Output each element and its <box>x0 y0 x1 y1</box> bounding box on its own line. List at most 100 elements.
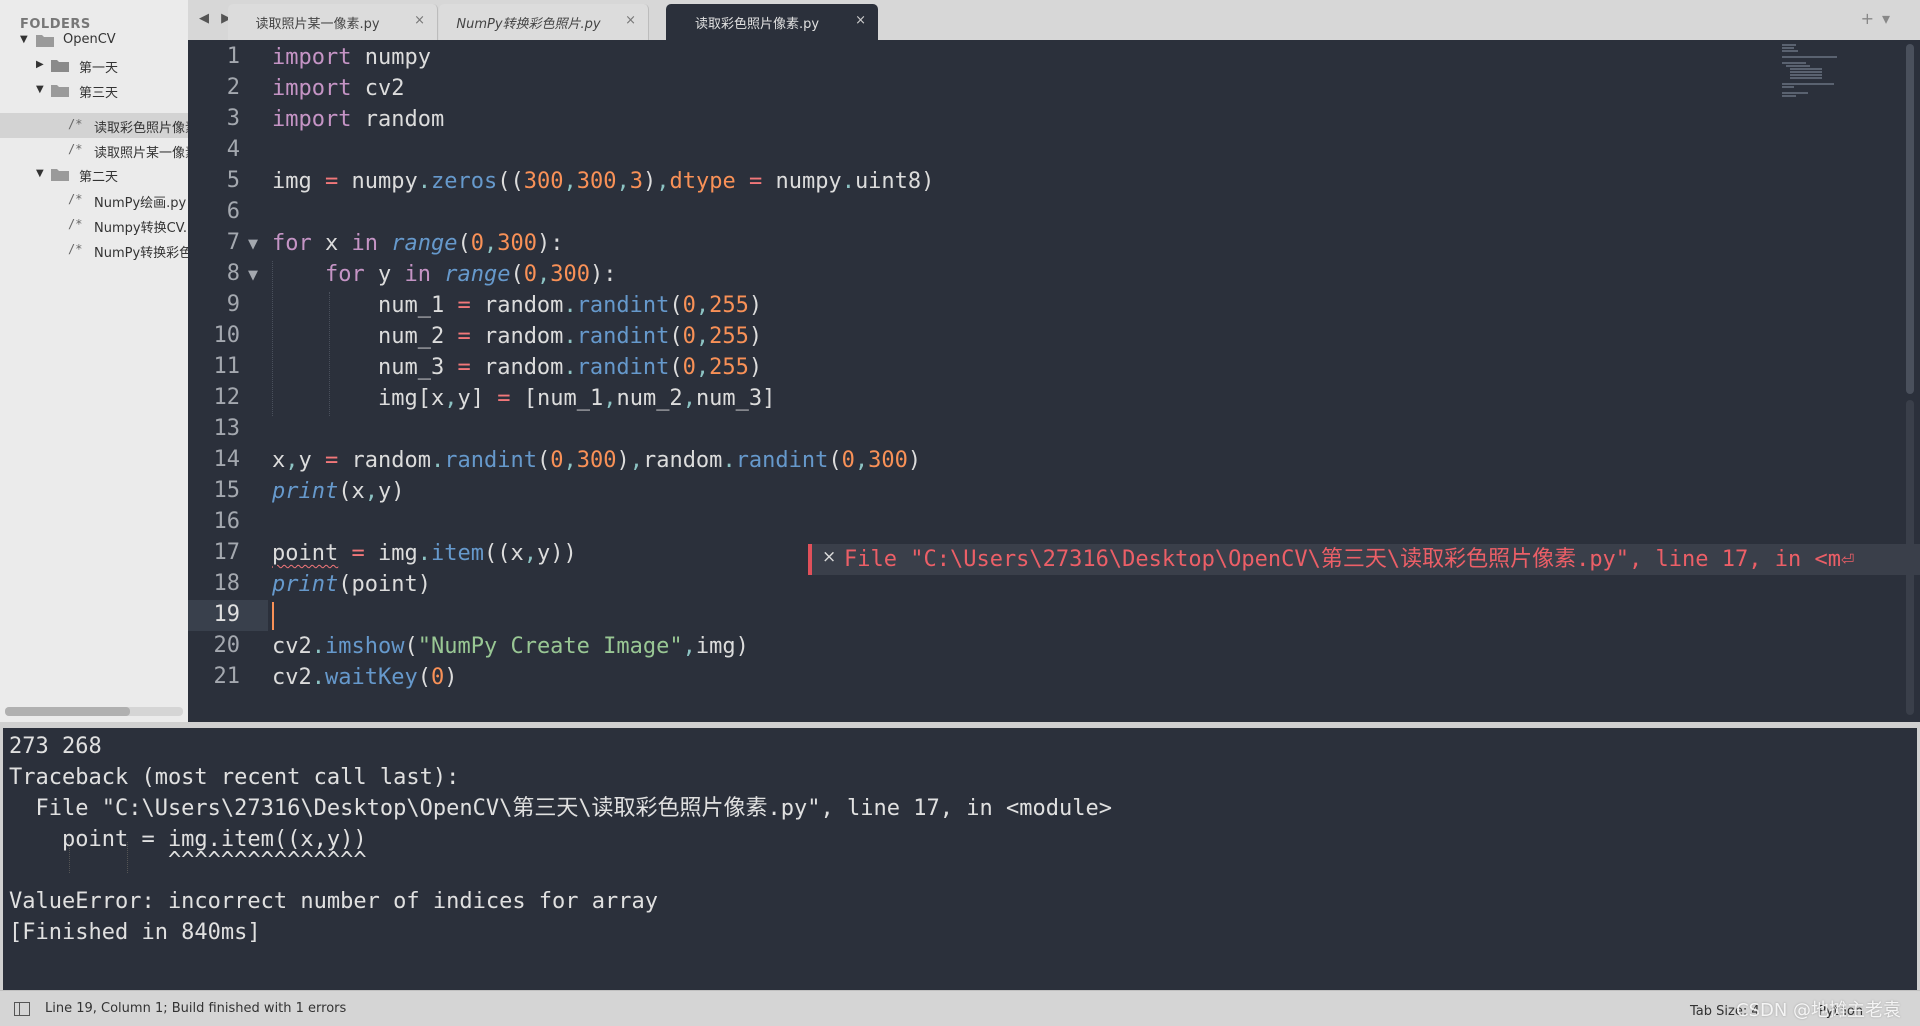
line-number: 20 <box>213 633 241 658</box>
line-number: 4 <box>226 137 240 162</box>
code-line: num_3 = random.randint(0,255) <box>377 355 763 380</box>
fold-arrow-icon[interactable]: ▼ <box>248 268 258 283</box>
sidebar-scrollbar[interactable] <box>5 707 183 716</box>
line-number: 8 <box>226 261 240 286</box>
line-number-current: 19 <box>213 602 241 627</box>
line-number: 9 <box>226 292 240 317</box>
status-bar: Line 19, Column 1; Build finished with 1… <box>0 990 1920 1026</box>
tree-label: 读取彩色照片像素.py <box>94 121 188 136</box>
line-number: 18 <box>213 571 241 596</box>
minimap[interactable] <box>1780 42 1880 102</box>
add-tab-icon[interactable]: + <box>1861 9 1882 28</box>
code-line: num_1 = random.randint(0,255) <box>377 293 763 318</box>
indent-guide <box>127 842 128 873</box>
tab-label: 读取照片某一像素.py <box>255 17 380 32</box>
tree-file[interactable]: /* 读取照片某一像素.py <box>0 138 188 163</box>
tree-file[interactable]: /* NumPy转换彩色照片.py <box>0 238 188 263</box>
code-line: x,y = random.randint(0,300),random.randi… <box>272 448 922 473</box>
code-line: print(point) <box>272 572 431 597</box>
code-line: import random <box>272 107 445 132</box>
tree-folder-day1[interactable]: ▶ 第一天 <box>0 53 188 78</box>
tab-label: NumPy转换彩色照片.py <box>456 17 601 32</box>
output-line: File "C:\Users\27316\Desktop\OpenCV\第三天\… <box>9 796 1112 821</box>
tab-numpy-color[interactable]: NumPy转换彩色照片.py × <box>439 4 649 40</box>
tree-label: Numpy转换CV.py <box>94 221 188 236</box>
tabbar-actions: +▾ <box>1861 9 1898 28</box>
code-line: cv2.waitKey(0) <box>272 665 458 690</box>
line-number: 17 <box>213 540 241 565</box>
line-number: 12 <box>213 385 241 410</box>
code-line: num_2 = random.randint(0,255) <box>377 324 763 349</box>
status-text: Line 19, Column 1; Build finished with 1… <box>45 1001 347 1016</box>
code-line-error: point = img.item((x,y)) <box>272 541 577 566</box>
sidebar-scrollbar-thumb[interactable] <box>5 707 130 716</box>
code-line: print(x,y) <box>272 479 405 504</box>
file-icon: /* <box>68 117 83 131</box>
line-number: 3 <box>226 106 240 131</box>
tree-file-selected[interactable]: /* 读取彩色照片像素.py <box>0 113 188 138</box>
editor-scrollbar-thumb[interactable] <box>1906 44 1914 394</box>
close-icon[interactable]: × <box>414 13 425 28</box>
output-line: 273 268 <box>9 734 102 759</box>
dismiss-error-icon[interactable]: × <box>822 547 836 567</box>
code-line: for x in range(0,300): <box>272 231 564 256</box>
tree-label: 第三天 <box>79 86 119 101</box>
chevron-down-icon[interactable]: ▼ <box>20 34 28 45</box>
code-editor[interactable]: 1 2 3 4 5 6 7 8 9 10 11 12 13 14 15 16 1… <box>188 40 1920 722</box>
line-number: 13 <box>213 416 241 441</box>
line-number-gutter: 1 2 3 4 5 6 7 8 9 10 11 12 13 14 15 16 1… <box>188 40 268 722</box>
editor-scrollbar-track[interactable] <box>1906 400 1914 715</box>
tab-bar: ◀ ▶ 读取照片某一像素.py × NumPy转换彩色照片.py × 读取彩色照… <box>188 0 1920 40</box>
tab-read-color-pixels[interactable]: 读取彩色照片像素.py × <box>666 4 878 40</box>
folder-open-icon <box>51 169 69 181</box>
tree-file[interactable]: /* NumPy绘画.py <box>0 188 188 213</box>
chevron-down-icon[interactable]: ▼ <box>36 168 44 179</box>
output-line: ^^^^^^^^^^^^^^^ <box>9 848 367 873</box>
folder-open-icon <box>36 35 54 47</box>
folder-open-icon <box>51 85 69 97</box>
line-number: 16 <box>213 509 241 534</box>
line-number: 2 <box>226 75 240 100</box>
tab-read-pixel[interactable]: 读取照片某一像素.py × <box>228 4 438 40</box>
build-output-panel[interactable]: 273 268 Traceback (most recent call last… <box>0 728 1920 990</box>
text-cursor <box>272 602 274 630</box>
tree-label: 第一天 <box>79 61 119 76</box>
watermark: CSDN @地摊主老袁 <box>1736 1000 1902 1021</box>
tree-folder-opencv[interactable]: ▼ OpenCV <box>0 28 188 53</box>
line-number: 5 <box>226 168 240 193</box>
line-number: 7 <box>226 230 240 255</box>
indent-guide <box>69 842 70 873</box>
tree-folder-day2[interactable]: ▼ 第二天 <box>0 162 188 187</box>
line-number: 21 <box>213 664 241 689</box>
code-line: for y in range(0,300): <box>324 262 617 287</box>
code-line: cv2.imshow("NumPy Create Image",img) <box>272 634 749 659</box>
tree-label: NumPy绘画.py <box>94 196 187 211</box>
sidebar: FOLDERS ▼ OpenCV ▶ 第一天 ▼ 第三天 /* 读取彩色照片像素… <box>0 0 188 722</box>
chevron-down-icon[interactable]: ▼ <box>36 84 44 95</box>
line-number: 15 <box>213 478 241 503</box>
code-line: import cv2 <box>272 76 405 101</box>
code-line: import numpy <box>272 45 431 70</box>
tree-label: NumPy转换彩色照片.py <box>94 246 188 261</box>
inline-error-text: File "C:\Users\27316\Desktop\OpenCV\第三天\… <box>844 547 1855 572</box>
close-icon[interactable]: × <box>625 13 636 28</box>
close-icon[interactable]: × <box>855 13 866 28</box>
code-line: img = numpy.zeros((300,300,3),dtype = nu… <box>272 169 935 194</box>
inline-error-phantom[interactable]: × File "C:\Users\27316\Desktop\OpenCV\第三… <box>808 544 1920 575</box>
line-number: 1 <box>226 44 240 69</box>
tree-label: 第二天 <box>79 170 119 185</box>
output-line: [Finished in 840ms] <box>9 920 261 945</box>
tree-file[interactable]: /* Numpy转换CV.py <box>0 213 188 238</box>
panel-toggle-icon[interactable] <box>14 1002 30 1016</box>
chevron-right-icon[interactable]: ▶ <box>36 59 44 70</box>
line-number: 11 <box>213 354 241 379</box>
fold-arrow-icon[interactable]: ▼ <box>248 237 258 252</box>
code-line: img[x,y] = [num_1,num_2,num_3] <box>377 386 776 411</box>
file-icon: /* <box>68 192 83 206</box>
tree-label: 读取照片某一像素.py <box>94 146 188 161</box>
file-icon: /* <box>68 142 83 156</box>
tab-menu-icon[interactable]: ▾ <box>1882 9 1898 28</box>
code-area[interactable]: import numpy import cv2 import random im… <box>272 40 1920 722</box>
tree-folder-day3[interactable]: ▼ 第三天 <box>0 78 188 103</box>
line-number: 14 <box>213 447 241 472</box>
